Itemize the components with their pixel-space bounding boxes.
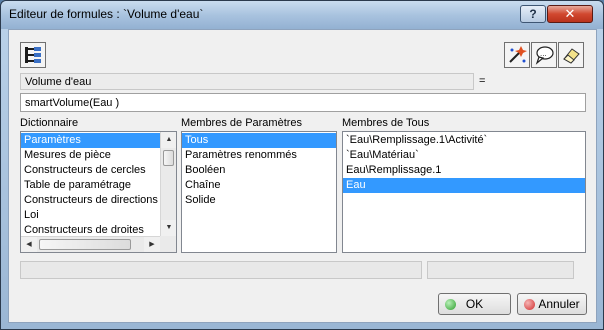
list-item[interactable]: Loi: [21, 208, 160, 223]
speech-bubble-icon: ...: [535, 46, 554, 65]
cancel-button-label: Annuler: [538, 297, 580, 311]
wizard-button[interactable]: [504, 42, 530, 68]
eraser-icon: [563, 48, 580, 64]
list-item[interactable]: Paramètres renommés: [182, 148, 336, 163]
wizard-icon: [509, 46, 527, 63]
list-item[interactable]: Booléen: [182, 163, 336, 178]
title-bar[interactable]: Editeur de formules : `Volume d'eau` ? ✕: [1, 1, 603, 29]
scroll-thumb[interactable]: [163, 150, 174, 166]
list-item[interactable]: Constructeurs de directions: [21, 193, 160, 208]
list-item[interactable]: Eau\Remplissage.1: [343, 163, 585, 178]
dictionary-list[interactable]: Paramètres Mesures de pièce Constructeur…: [20, 131, 177, 253]
dictionary-vertical-scrollbar[interactable]: ▲ ▼: [160, 132, 176, 236]
parameter-name-field: Volume d'eau: [20, 73, 474, 90]
list-item[interactable]: Table de paramétrage: [21, 178, 160, 193]
formula-tree-icon-button[interactable]: [20, 42, 46, 68]
all-members-label: Membres de Tous: [342, 117, 430, 129]
parameter-members-list[interactable]: Tous Paramètres renommés Booléen Chaîne …: [181, 131, 337, 253]
scroll-left-icon[interactable]: ◀: [21, 237, 37, 252]
scroll-thumb[interactable]: [39, 239, 131, 250]
svg-text:...: ...: [540, 50, 547, 58]
equals-sign: =: [479, 75, 486, 87]
ok-button-label: OK: [465, 297, 484, 311]
dictionary-horizontal-scrollbar[interactable]: ◀ ▶: [21, 236, 160, 252]
list-item[interactable]: Solide: [182, 193, 336, 208]
scroll-down-icon[interactable]: ▼: [161, 220, 176, 236]
dictionary-label: Dictionnaire: [20, 117, 79, 129]
window-title: Editeur de formules : `Volume d'eau`: [9, 7, 204, 21]
scrollbar-corner: [160, 236, 176, 252]
status-message-field: [20, 261, 422, 279]
list-item[interactable]: Paramètres: [21, 133, 160, 148]
comment-button[interactable]: ...: [531, 42, 557, 68]
formula-editor-window: Editeur de formules : `Volume d'eau` ? ✕: [0, 0, 604, 330]
formula-input[interactable]: smartVolume(Eau ): [20, 93, 586, 112]
eraser-button[interactable]: [558, 42, 584, 68]
status-info-field: [427, 261, 574, 279]
help-button[interactable]: ?: [520, 5, 546, 23]
scroll-up-icon[interactable]: ▲: [161, 132, 176, 148]
list-item[interactable]: Tous: [182, 133, 336, 148]
list-item[interactable]: `Eau\Matériau`: [343, 148, 585, 163]
dialog-body: ... Volume d'eau = smartVolume(Eau ) Dic…: [8, 29, 597, 323]
parameter-members-label: Membres de Paramètres: [181, 117, 303, 129]
scroll-right-icon[interactable]: ▶: [144, 237, 160, 252]
formula-tree-icon: [25, 47, 41, 63]
all-members-list[interactable]: `Eau\Remplissage.1\Activité` `Eau\Matéri…: [342, 131, 586, 253]
list-item[interactable]: Constructeurs de cercles: [21, 163, 160, 178]
list-item[interactable]: Chaîne: [182, 178, 336, 193]
list-item[interactable]: `Eau\Remplissage.1\Activité`: [343, 133, 585, 148]
close-button[interactable]: ✕: [547, 5, 593, 23]
list-item[interactable]: Eau: [343, 178, 585, 193]
list-item[interactable]: Mesures de pièce: [21, 148, 160, 163]
ok-button[interactable]: OK: [438, 293, 511, 315]
cancel-button[interactable]: Annuler: [517, 293, 587, 315]
